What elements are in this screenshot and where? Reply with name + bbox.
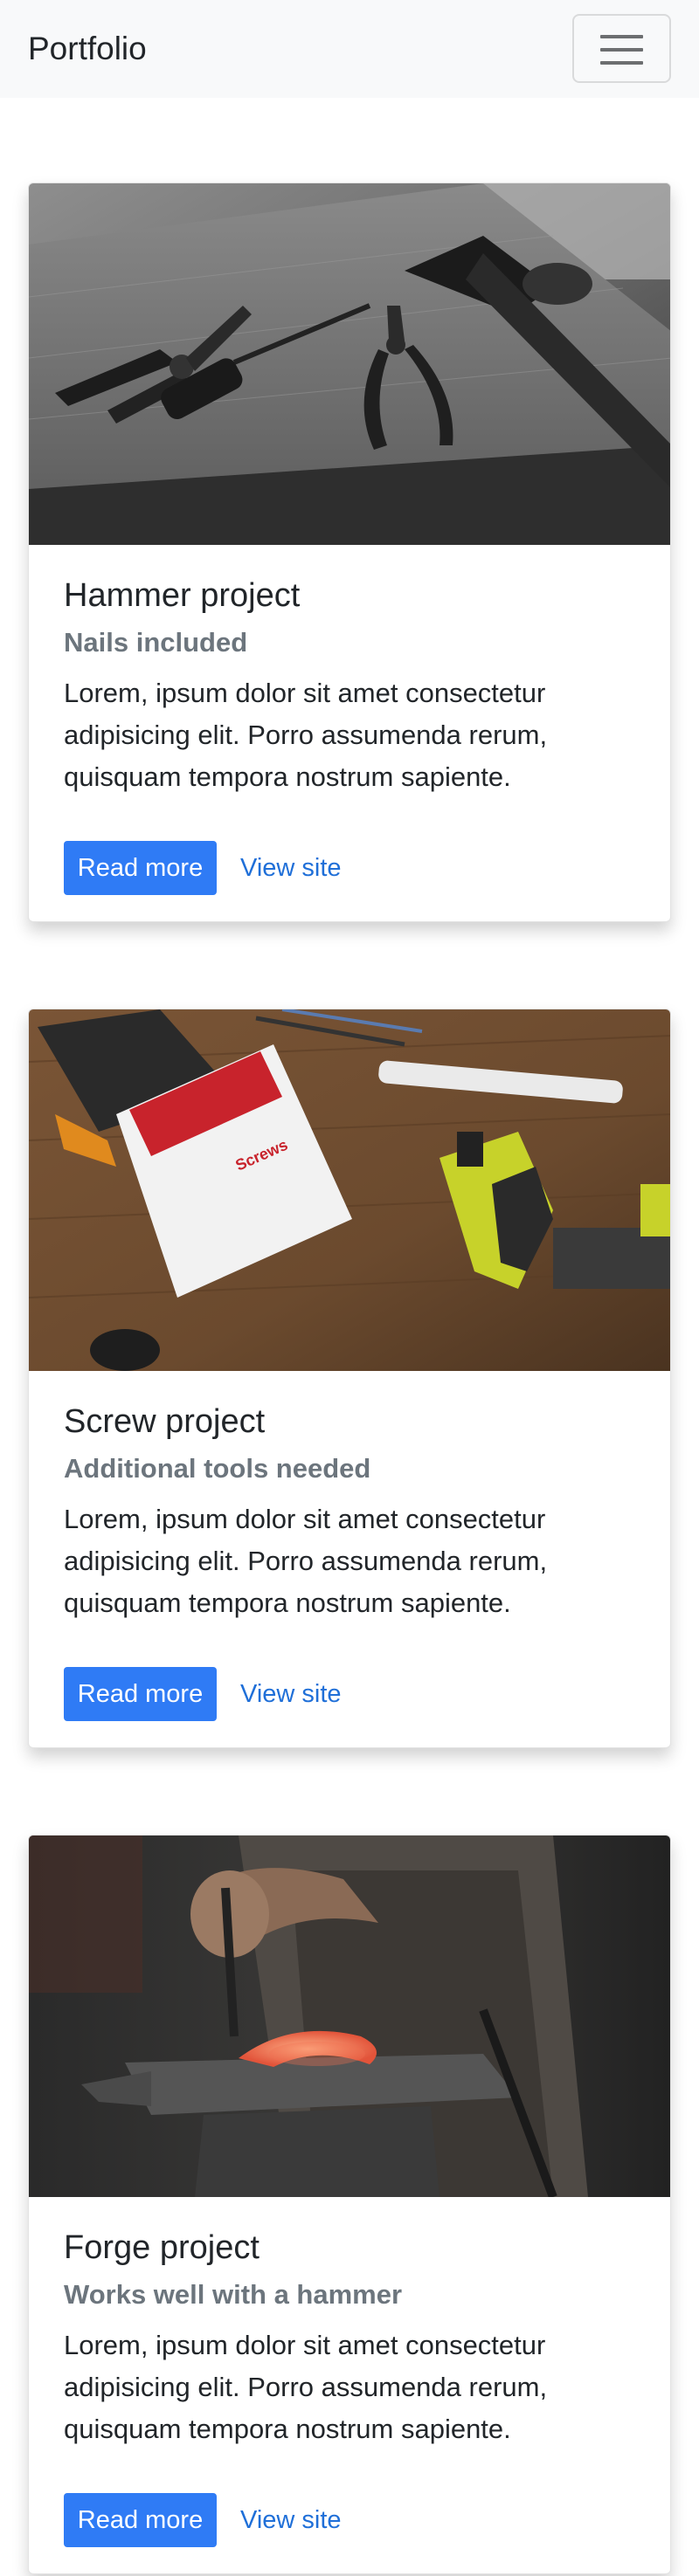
card-text: Lorem, ipsum dolor sit amet consectetur … xyxy=(64,678,548,792)
view-site-link[interactable]: View site xyxy=(240,2493,342,2547)
card-subtitle: Nails included xyxy=(64,627,248,658)
read-more-button[interactable]: Read more xyxy=(64,1667,217,1721)
card-body: Forge project Works well with a hammer L… xyxy=(29,2197,670,2573)
hamburger-icon xyxy=(600,35,643,65)
navbar: Portfolio xyxy=(0,0,699,98)
card-image-hammer xyxy=(29,183,670,545)
card-text: Lorem, ipsum dolor sit amet consectetur … xyxy=(64,2330,548,2444)
card-title: Screw project xyxy=(64,1403,266,1440)
card-image-screw: Screws xyxy=(29,1009,670,1371)
card-image-forge xyxy=(29,1836,670,2197)
navbar-brand[interactable]: Portfolio xyxy=(28,26,147,72)
card-title: Hammer project xyxy=(64,577,301,614)
view-site-link[interactable]: View site xyxy=(240,841,342,895)
navbar-toggler-button[interactable] xyxy=(572,14,671,83)
card-subtitle: Additional tools needed xyxy=(64,1453,371,1484)
project-card-screw: Screws Screw project Additional tools ne… xyxy=(28,1009,671,1748)
project-card-hammer: Hammer project Nails included Lorem, ips… xyxy=(28,183,671,922)
view-site-link[interactable]: View site xyxy=(240,1667,342,1721)
read-more-button[interactable]: Read more xyxy=(64,841,217,895)
card-body: Hammer project Nails included Lorem, ips… xyxy=(29,545,670,921)
project-card-forge: Forge project Works well with a hammer L… xyxy=(28,1835,671,2574)
card-text: Lorem, ipsum dolor sit amet consectetur … xyxy=(64,1504,548,1618)
card-body: Screw project Additional tools needed Lo… xyxy=(29,1371,670,1747)
card-subtitle: Works well with a hammer xyxy=(64,2279,403,2310)
read-more-button[interactable]: Read more xyxy=(64,2493,217,2547)
card-title: Forge project xyxy=(64,2229,260,2266)
